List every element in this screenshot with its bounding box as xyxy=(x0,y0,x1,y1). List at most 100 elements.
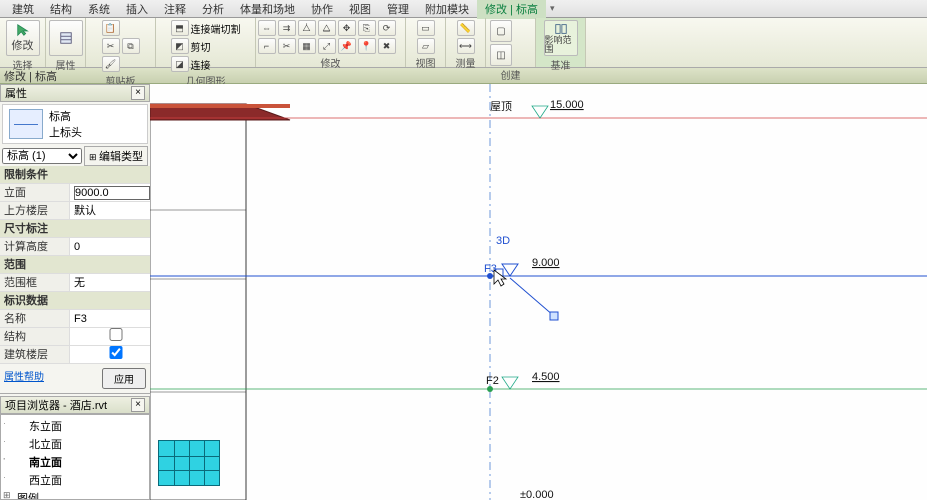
menu-architecture[interactable]: 建筑 xyxy=(4,0,42,19)
menu-structure[interactable]: 结构 xyxy=(42,0,80,19)
ribbon-label-properties: 属性 xyxy=(56,57,76,72)
prop-row-story-above[interactable]: 上方楼层 默认 xyxy=(0,202,150,220)
menu-collaborate[interactable]: 协作 xyxy=(303,0,341,19)
type-name-label: 标高 上标头 xyxy=(49,108,82,140)
ribbon-label-datum: 基准 xyxy=(551,57,571,72)
ribbon-group-datum: 影响范围 基准 xyxy=(536,18,586,67)
menu-massing[interactable]: 体量和场地 xyxy=(232,0,303,19)
cut-button[interactable]: ✂ xyxy=(102,38,120,54)
type-selector[interactable]: 标高 上标头 xyxy=(2,104,148,144)
tree-node[interactable]: 西立面 xyxy=(1,471,149,489)
offset-button[interactable]: ⇉ xyxy=(278,20,296,36)
prop-row-structural[interactable]: 结构 xyxy=(0,328,150,346)
prop-row-name[interactable]: 名称 F3 xyxy=(0,310,150,328)
create-btn1[interactable]: ▢ xyxy=(490,20,512,42)
cut-geom-button[interactable]: ◩ xyxy=(171,38,189,54)
rotate-button[interactable]: ⟳ xyxy=(378,20,396,36)
delete-button[interactable]: ✖ xyxy=(378,38,396,54)
view-btn2[interactable]: ▱ xyxy=(417,38,435,54)
properties-title: 属性 xyxy=(5,85,27,101)
create-btn2[interactable]: ◫ xyxy=(490,44,512,66)
properties-help-link[interactable]: 属性帮助 xyxy=(4,368,44,389)
level-3d-badge[interactable]: 3D xyxy=(496,235,510,247)
menu-view[interactable]: 视图 xyxy=(341,0,379,19)
tree-node[interactable]: 东立面 xyxy=(1,417,149,435)
prop-row-scope-box[interactable]: 范围框 无 xyxy=(0,274,150,292)
prop-row-building-story[interactable]: 建筑楼层 xyxy=(0,346,150,364)
propagate-extents-button[interactable]: 影响范围 xyxy=(544,20,578,56)
properties-panel: 属性 × 标高 上标头 标高 (1) ⊞ 编辑类型 限制条件 立面 上方楼层 默… xyxy=(0,84,150,394)
move-button[interactable]: ✥ xyxy=(338,20,356,36)
cursor-icon xyxy=(494,270,506,286)
level-ground-value: ±0.000 xyxy=(520,489,554,500)
paste-button[interactable]: 📋 xyxy=(102,20,120,36)
level-f2-name: F2 xyxy=(486,375,499,387)
menu-annotate[interactable]: 注释 xyxy=(156,0,194,19)
apply-button[interactable]: 应用 xyxy=(102,368,146,389)
match-button[interactable]: 🖌 xyxy=(102,56,120,72)
tree-node[interactable]: 图例 xyxy=(1,489,149,500)
menu-systems[interactable]: 系统 xyxy=(80,0,118,19)
menu-addins[interactable]: 附加模块 xyxy=(417,0,477,19)
elevation-input[interactable] xyxy=(74,186,150,200)
curtain-grid-preview-icon xyxy=(158,440,220,486)
trim-button[interactable]: ⌐ xyxy=(258,38,276,54)
structural-checkbox[interactable] xyxy=(78,328,154,341)
menu-overflow-icon[interactable]: ▾ xyxy=(550,3,555,14)
join-geom-button[interactable]: ◪ xyxy=(171,56,189,72)
menu-insert[interactable]: 插入 xyxy=(118,0,156,19)
project-browser[interactable]: 东立面北立面南立面西立面图例明细表/数量图纸 (全部)001 - 总平面图002… xyxy=(0,414,150,500)
prop-row-comp-height[interactable]: 计算高度 0 xyxy=(0,238,150,256)
level-f2-value: 4.500 xyxy=(532,371,560,383)
tree-node[interactable]: 北立面 xyxy=(1,435,149,453)
menu-modify-levels[interactable]: 修改 | 标高 xyxy=(477,0,546,19)
array-button[interactable]: ▦ xyxy=(298,38,316,54)
measure-button[interactable]: 📏 xyxy=(457,20,475,36)
split-button[interactable]: ✂ xyxy=(278,38,296,54)
browser-title-bar[interactable]: 项目浏览器 - 酒店.rvt × xyxy=(0,396,150,414)
scale-button[interactable]: ⤢ xyxy=(318,38,336,54)
properties-button[interactable] xyxy=(49,20,83,56)
menu-bar: 建筑 结构 系统 插入 注释 分析 体量和场地 协作 视图 管理 附加模块 修改… xyxy=(0,0,927,18)
view-btn1[interactable]: ▭ xyxy=(417,20,435,36)
drawing-canvas[interactable]: 屋顶 15.000 F3 9.000 3D F2 4.500 xyxy=(150,84,927,500)
properties-title-bar[interactable]: 属性 × xyxy=(0,84,150,102)
level-roof-name: 屋顶 xyxy=(490,100,512,113)
ribbon-group-geometry: ⬒连接端切割 ◩剪切 ◪连接 几何图形 xyxy=(156,18,256,67)
copy-button[interactable]: ⧉ xyxy=(122,38,140,54)
instance-filter-select[interactable]: 标高 (1) xyxy=(2,148,82,164)
cope-button[interactable]: ⬒ xyxy=(171,20,189,36)
dim-button[interactable]: ⟷ xyxy=(457,38,475,54)
modify-tool-button[interactable]: 修改 xyxy=(6,20,40,56)
type-thumb-icon xyxy=(9,109,43,139)
ribbon-label-create: 创建 xyxy=(501,67,521,82)
ribbon-group-clipboard: 📋 ✂⧉ 🖌 剪贴板 xyxy=(86,18,156,67)
browser-tree: 东立面北立面南立面西立面图例明细表/数量图纸 (全部)001 - 总平面图002… xyxy=(1,415,149,500)
mirror-draw-button[interactable]: ⧋ xyxy=(318,20,336,36)
ribbon: 修改 选择 属性 📋 ✂⧉ 🖌 剪贴板 ⬒连接端切割 ◩剪切 ◪连接 几何图形 … xyxy=(0,18,927,68)
ribbon-label-measure: 测量 xyxy=(456,55,476,70)
prop-group-constraints[interactable]: 限制条件 xyxy=(0,166,150,184)
menu-analyze[interactable]: 分析 xyxy=(194,0,232,19)
prop-group-extent[interactable]: 范围 xyxy=(0,256,150,274)
mirror-axis-button[interactable]: ⧊ xyxy=(298,20,316,36)
prop-row-elevation[interactable]: 立面 xyxy=(0,184,150,202)
building-story-checkbox[interactable] xyxy=(78,346,154,359)
properties-close-button[interactable]: × xyxy=(131,86,145,100)
ribbon-label-modify: 修改 xyxy=(321,55,341,70)
align-button[interactable]: ⇔ xyxy=(258,20,276,36)
unpin-button[interactable]: 📍 xyxy=(358,38,376,54)
prop-group-identity[interactable]: 标识数据 xyxy=(0,292,150,310)
pin-button[interactable]: 📌 xyxy=(338,38,356,54)
edit-type-button[interactable]: ⊞ 编辑类型 xyxy=(84,146,148,166)
ribbon-group-view: ▭▱ 视图 xyxy=(406,18,446,67)
ribbon-group-modify: ⇔ ⇉ ⧊ ⧋ ✥ ⎘ ⟳ ⌐ ✂ ▦ ⤢ 📌 📍 ✖ 修改 xyxy=(256,18,406,67)
prop-group-dimensions[interactable]: 尺寸标注 xyxy=(0,220,150,238)
context-label: 修改 | 标高 xyxy=(4,68,57,84)
browser-title: 项目浏览器 - 酒店.rvt xyxy=(5,397,107,413)
ribbon-group-measure: 📏 ⟷ 测量 xyxy=(446,18,486,67)
browser-close-button[interactable]: × xyxy=(131,398,145,412)
menu-manage[interactable]: 管理 xyxy=(379,0,417,19)
tree-node[interactable]: 南立面 xyxy=(1,453,149,471)
copy-mod-button[interactable]: ⎘ xyxy=(358,20,376,36)
